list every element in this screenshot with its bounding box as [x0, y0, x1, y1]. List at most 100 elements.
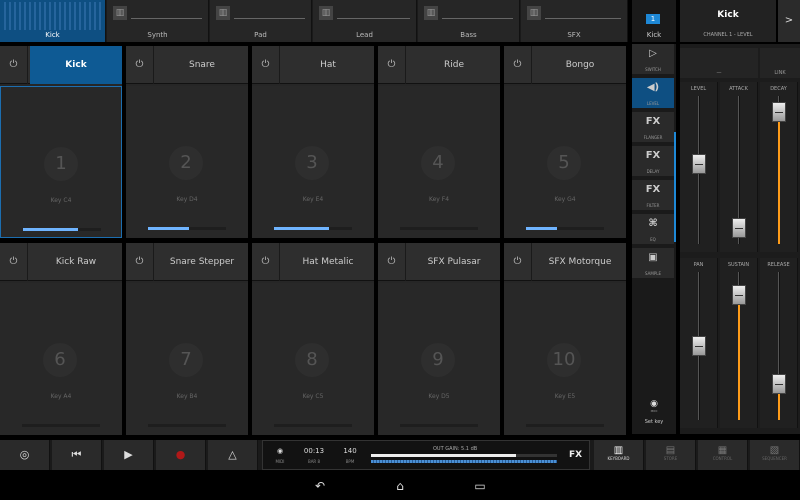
instrument-icon: ▥	[216, 6, 230, 20]
set-key-button[interactable]: ◉ MIDI Set key	[632, 399, 676, 425]
pad-3[interactable]: ⏻ Hat 3 Key E4	[252, 46, 374, 238]
view-label: STORE	[663, 456, 678, 461]
pad-name[interactable]: Hat Metalic	[282, 243, 374, 281]
fader-pan[interactable]: PAN	[680, 258, 718, 428]
pad-body[interactable]: 2 Key D4	[126, 86, 248, 238]
pad-number: 1	[44, 147, 78, 181]
fx-delay-button[interactable]: FX DELAY	[632, 146, 674, 176]
pad-body[interactable]: 7 Key B4	[126, 283, 248, 435]
fx-column: ▷ SWITCH ◀) LEVEL FX FLANGER FX DELAY FX FILTER ⌘ E…	[632, 44, 676, 434]
view-control-button[interactable]: ▦ CONTROL	[698, 440, 748, 470]
fader-attack[interactable]: ATTACK	[720, 82, 758, 252]
link-button[interactable]: LINK	[760, 48, 800, 78]
pad-6[interactable]: ⏻ Kick Raw 6 Key A4	[0, 243, 122, 435]
view-keyboard-button[interactable]: ▥ KEYBOARD	[594, 440, 644, 470]
pad-name[interactable]: Snare	[156, 46, 248, 84]
fx-flanger-button[interactable]: FX FLANGER	[632, 112, 674, 142]
pad-body[interactable]: 8 Key C5	[252, 283, 374, 435]
fx-switch-button[interactable]: ▷ SWITCH	[632, 44, 674, 74]
instrument-icon: ▥	[424, 6, 438, 20]
power-icon[interactable]: ⏻	[0, 243, 28, 281]
pad-body[interactable]: 4 Key F4	[378, 86, 500, 238]
fx-filter-button[interactable]: FX FILTER	[632, 180, 674, 210]
home-icon[interactable]: ⌂	[390, 477, 410, 495]
power-icon[interactable]: ⏻	[252, 243, 280, 281]
metronome-button[interactable]: △	[208, 440, 258, 470]
fx-icon: FX	[645, 150, 661, 161]
track-pad[interactable]: ▥ Pad	[210, 0, 312, 42]
instrument-subtitle: CHANNEL 1 - LEVEL	[703, 32, 753, 38]
fader-knob[interactable]	[772, 374, 786, 395]
pad-7[interactable]: ⏻ Snare Stepper 7 Key B4	[126, 243, 248, 435]
fader-release[interactable]: RELEASE	[760, 258, 798, 428]
track-kick[interactable]: Kick	[0, 0, 106, 42]
pad-name[interactable]: Kick Raw	[30, 243, 122, 281]
view-label: SEQUENCER	[762, 456, 787, 461]
power-icon[interactable]: ⏻	[0, 46, 28, 84]
instrument-icon: ▥	[113, 6, 127, 20]
pad-name[interactable]: SFX Pulasar	[408, 243, 500, 281]
power-icon[interactable]: ⏻	[378, 243, 406, 281]
pad-name[interactable]: Hat	[282, 46, 374, 84]
power-icon[interactable]: ⏻	[252, 46, 280, 84]
next-page-button[interactable]: >	[778, 0, 800, 42]
pad-5[interactable]: ⏻ Bongo 5 Key G4	[504, 46, 626, 238]
power-icon[interactable]: ⏻	[504, 46, 532, 84]
pad-body[interactable]: 5 Key G4	[504, 86, 626, 238]
pad-9[interactable]: ⏻ SFX Pulasar 9 Key D5	[378, 243, 500, 435]
pad-10[interactable]: ⏻ SFX Motorque 10 Key E5	[504, 243, 626, 435]
pad-4[interactable]: ⏻ Ride 4 Key F4	[378, 46, 500, 238]
fx-button[interactable]: FX	[569, 450, 582, 460]
track-bass[interactable]: ▥ Bass	[418, 0, 520, 42]
velocity-bar	[274, 227, 352, 230]
view-store-button[interactable]: ▤ STORE	[646, 440, 696, 470]
track-synth[interactable]: ▥ Synth	[107, 0, 209, 42]
power-icon[interactable]: ⏻	[378, 46, 406, 84]
pattern-line	[337, 18, 410, 19]
pad-number: 6	[43, 343, 77, 377]
fx-level-button[interactable]: ◀) LEVEL	[632, 78, 674, 108]
pad-body[interactable]: 1 Key C4	[0, 86, 122, 238]
pad-name[interactable]: SFX Motorque	[534, 243, 626, 281]
settings-button[interactable]: ◎	[0, 440, 50, 470]
fader-knob[interactable]	[732, 284, 746, 305]
pad-name[interactable]: Snare Stepper	[156, 243, 248, 281]
pad-body[interactable]: 10 Key E5	[504, 283, 626, 435]
power-icon[interactable]: ⏻	[126, 243, 154, 281]
track-lead[interactable]: ▥ Lead	[313, 0, 417, 42]
rewind-button[interactable]: ⏮	[52, 440, 102, 470]
fader-level[interactable]: LEVEL	[680, 82, 718, 252]
pad-name[interactable]: Ride	[408, 46, 500, 84]
fx-sample-button[interactable]: ▣ SAMPLE	[632, 248, 674, 278]
pad-body[interactable]: 9 Key D5	[378, 283, 500, 435]
play-button[interactable]: ▶	[104, 440, 154, 470]
fader-knob[interactable]	[692, 336, 706, 356]
channel-selector[interactable]: 1 Kick	[632, 0, 676, 42]
fader-sustain[interactable]: SUSTAIN	[720, 258, 758, 428]
pad-2[interactable]: ⏻ Snare 2 Key D4	[126, 46, 248, 238]
track-sfx[interactable]: ▥ SFX	[521, 0, 628, 42]
recents-icon[interactable]: ▭	[470, 477, 490, 495]
view-icon: ▤	[665, 445, 676, 456]
fader-knob[interactable]	[772, 102, 786, 123]
track-strip: Kick ▥ Synth ▥ Pad ▥ Lead ▥ Bass ▥ SFX	[0, 0, 628, 42]
power-icon[interactable]: ⏻	[504, 243, 532, 281]
pad-1[interactable]: ⏻ Kick 1 Key C4	[0, 46, 122, 238]
power-icon[interactable]: ⏻	[126, 46, 154, 84]
fader-knob[interactable]	[732, 217, 746, 238]
pad-name[interactable]: Bongo	[534, 46, 626, 84]
pad-8[interactable]: ⏻ Hat Metalic 8 Key C5	[252, 243, 374, 435]
fader-knob[interactable]	[692, 153, 706, 174]
fx-eq-button[interactable]: ⌘ EQ	[632, 214, 674, 244]
pad-number: 9	[421, 343, 455, 377]
pad-name[interactable]: Kick	[30, 46, 122, 84]
pad-body[interactable]: 3 Key E4	[252, 86, 374, 238]
pad-header: ⏻ Ride	[378, 46, 500, 84]
bpm-value[interactable]: 140	[335, 447, 365, 455]
record-button[interactable]: ●	[156, 440, 206, 470]
pad-body[interactable]: 6 Key A4	[0, 283, 122, 435]
fader-decay[interactable]: DECAY	[760, 82, 798, 252]
back-icon[interactable]: ↶	[310, 477, 330, 495]
view-sequencer-button[interactable]: ▧ SEQUENCER	[750, 440, 800, 470]
output-meter-right	[371, 460, 557, 463]
